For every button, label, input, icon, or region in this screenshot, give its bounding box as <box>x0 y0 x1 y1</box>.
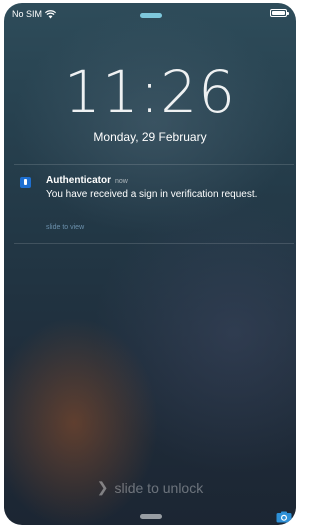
slide-to-unlock-label: slide to unlock <box>114 479 204 496</box>
notification-header: Authenticator now <box>46 175 128 186</box>
lock-screen: No SIM 11:26 Monday, 29 February Authent… <box>4 3 296 525</box>
notification-divider-bottom <box>14 243 294 244</box>
notification-action-hint: slide to view <box>46 224 85 231</box>
notification-center-grabber[interactable] <box>140 13 162 18</box>
authenticator-app-icon <box>20 177 31 188</box>
carrier-label: No SIM <box>12 9 43 19</box>
notification-app-name: Authenticator <box>46 175 111 186</box>
lock-screen-time: 11:26 <box>63 58 237 126</box>
slide-to-unlock[interactable]: ❯ slide to unlock <box>4 479 296 496</box>
status-bar: No SIM <box>12 9 57 19</box>
lock-screen-date: Monday, 29 February <box>93 130 207 144</box>
notification-message: You have received a sign in verification… <box>46 189 258 200</box>
control-center-grabber[interactable] <box>140 514 162 519</box>
chevron-right-icon: ❯ <box>96 479 109 495</box>
wifi-icon <box>45 9 57 18</box>
camera-icon[interactable] <box>276 511 292 523</box>
notification-time: now <box>115 178 128 185</box>
notification-divider-top <box>14 164 294 165</box>
battery-icon <box>270 9 289 17</box>
